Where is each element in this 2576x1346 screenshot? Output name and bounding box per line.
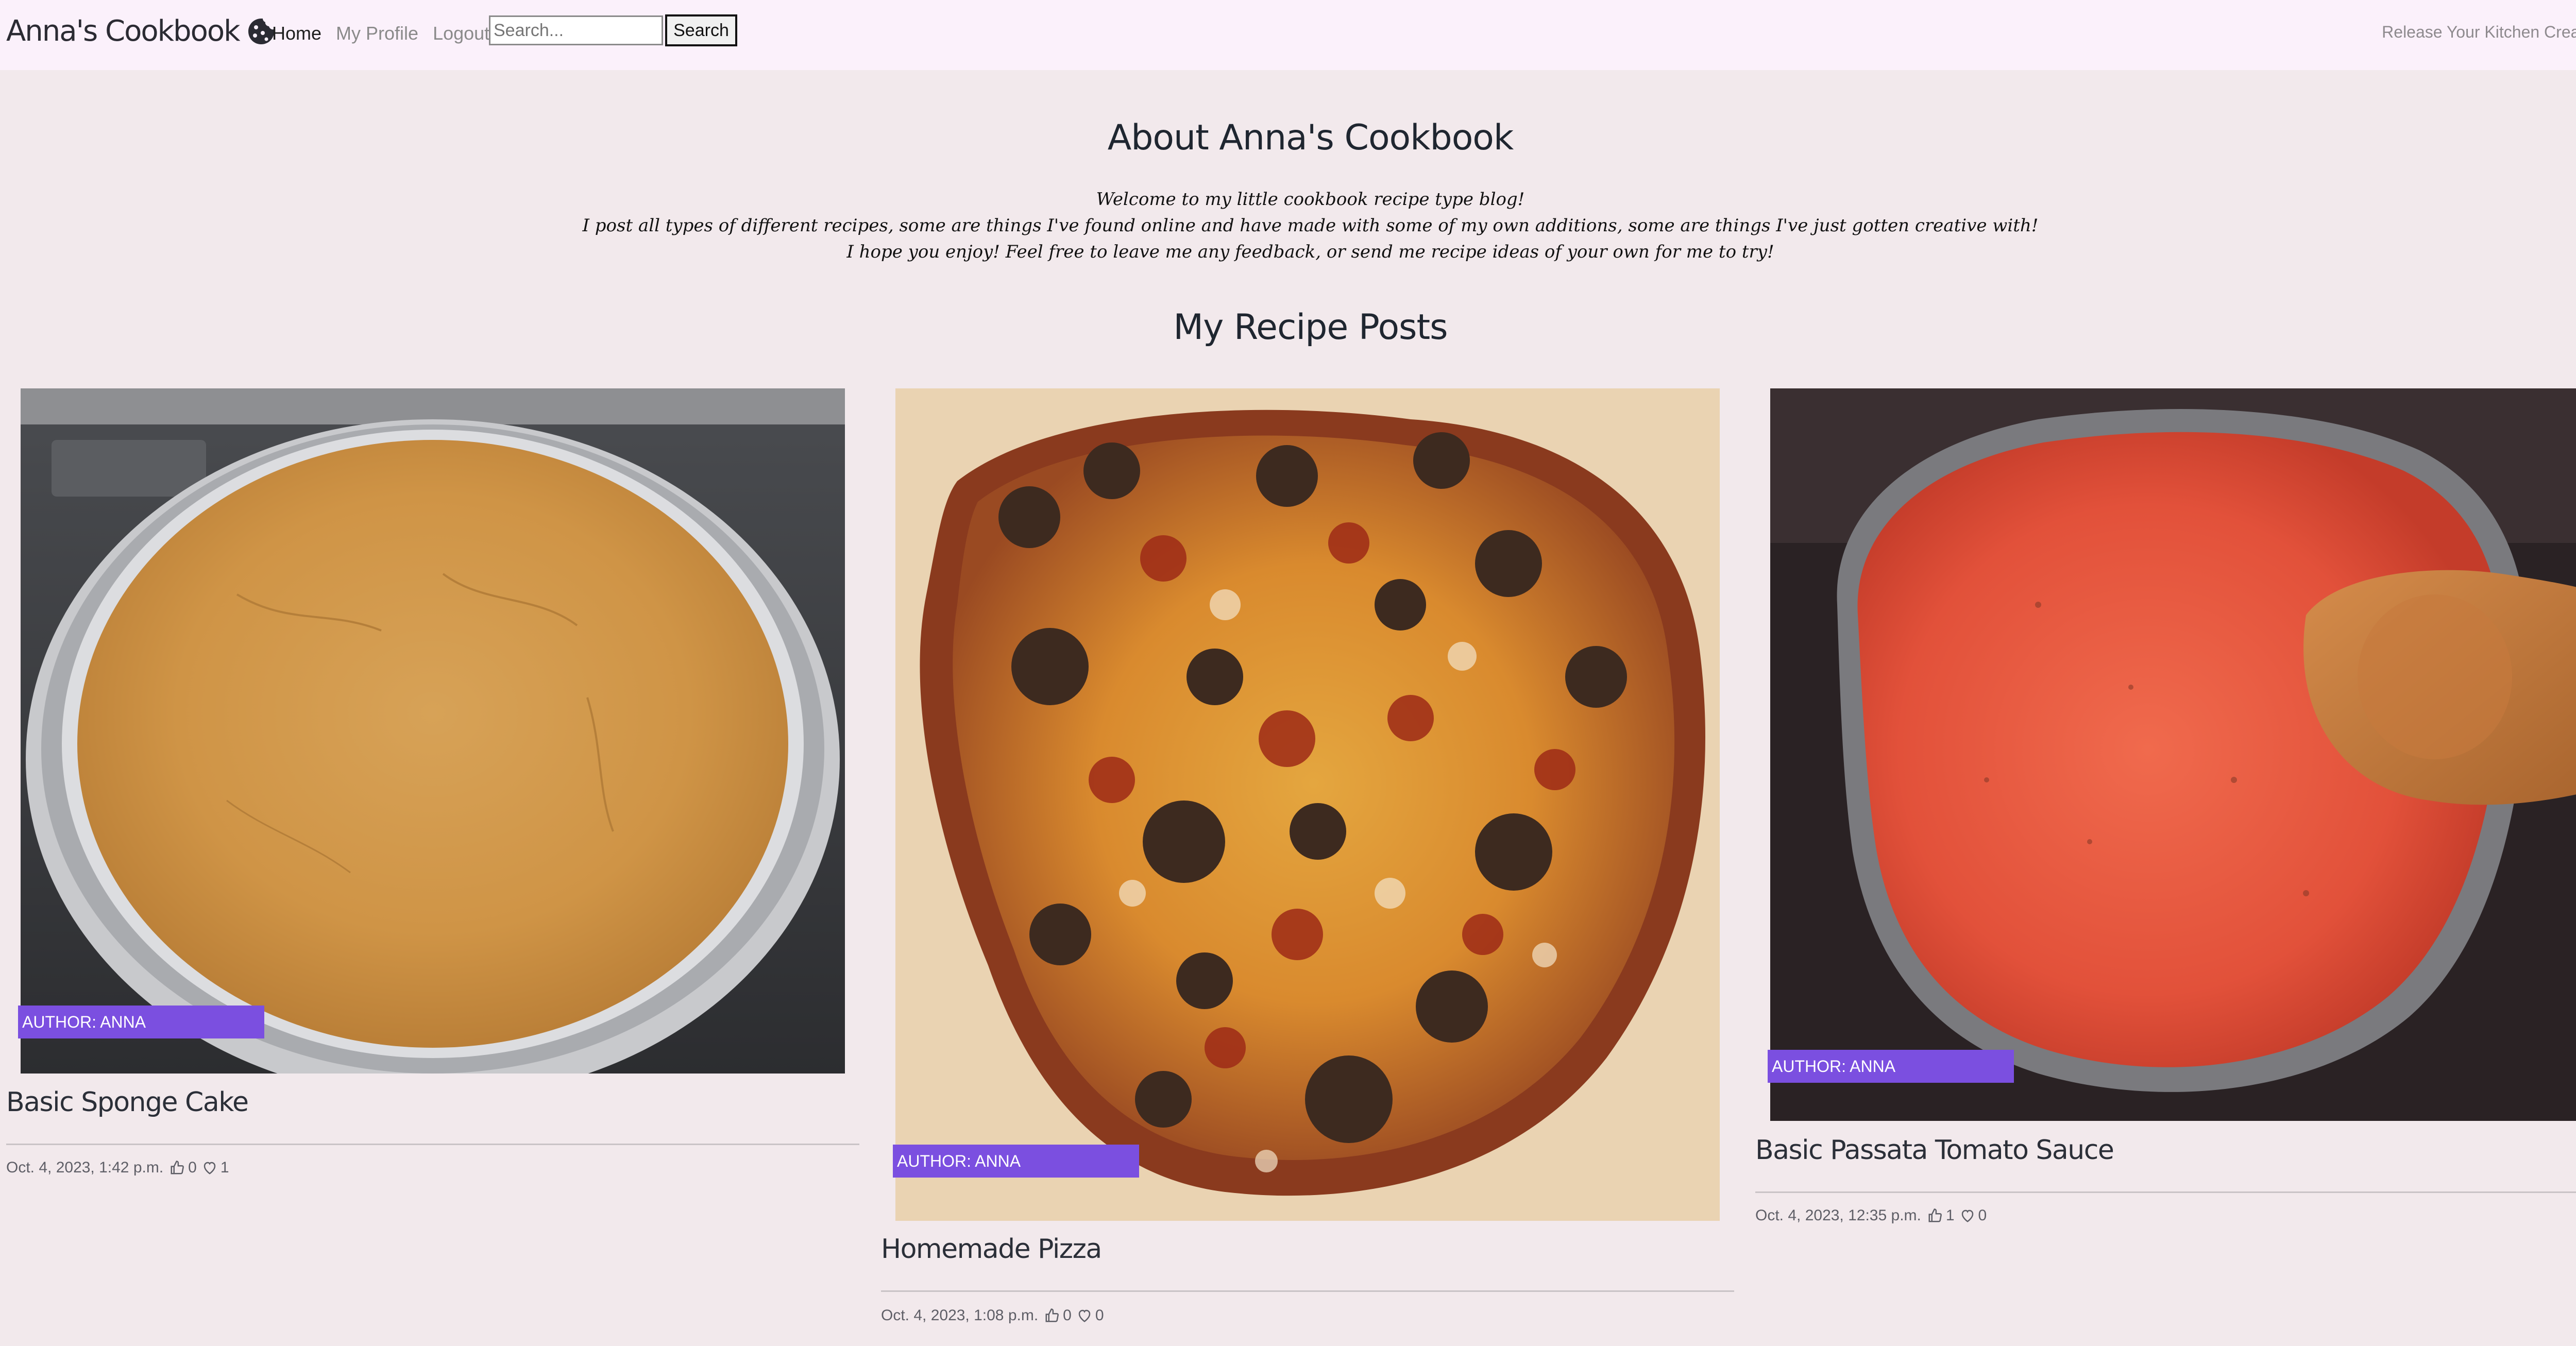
favourite-count: 1 (220, 1159, 229, 1176)
heart-icon[interactable] (202, 1160, 217, 1175)
nav-logout-link[interactable]: Logout (433, 23, 489, 44)
recipe-image-cake[interactable] (21, 388, 845, 1074)
post-date: Oct. 4, 2023, 12:35 p.m. (1755, 1207, 1921, 1224)
about-line: Welcome to my little cookbook recipe typ… (1096, 189, 1525, 210)
recipe-title-link[interactable]: Homemade Pizza (881, 1234, 1102, 1265)
brand-link[interactable]: Anna's Cookbook (6, 14, 276, 48)
cookie-icon (247, 17, 276, 46)
search-form: Search (489, 14, 737, 46)
thumbs-up-icon[interactable] (1044, 1308, 1060, 1323)
nav-my-profile-link[interactable]: My Profile (336, 23, 418, 44)
heart-icon[interactable] (1960, 1208, 1975, 1223)
about-line: I hope you enjoy! Feel free to leave me … (846, 242, 1774, 262)
heart-icon[interactable] (1077, 1308, 1092, 1323)
about-line: I post all types of different recipes, s… (582, 215, 2039, 236)
post-date: Oct. 4, 2023, 1:08 p.m. (881, 1307, 1039, 1324)
recipe-image-pizza[interactable] (895, 388, 1720, 1221)
recipe-meta: Oct. 4, 2023, 1:42 p.m. 0 1 (6, 1159, 229, 1177)
about-title: About Anna's Cookbook (1107, 117, 1514, 158)
like-count: 1 (1945, 1207, 1955, 1224)
like-count: 0 (1063, 1307, 1072, 1324)
nav-links: Home My Profile Logout (272, 23, 504, 44)
recipe-posts-title: My Recipe Posts (1173, 307, 1448, 348)
like-count: 0 (188, 1159, 197, 1176)
author-badge: AUTHOR: ANNA (18, 1006, 264, 1038)
recipe-meta: Oct. 4, 2023, 12:35 p.m. 1 0 (1755, 1207, 1987, 1224)
favourite-count: 0 (1095, 1307, 1104, 1324)
thumbs-up-icon[interactable] (170, 1160, 185, 1175)
recipe-meta: Oct. 4, 2023, 1:08 p.m. 0 0 (881, 1307, 1104, 1324)
divider (1755, 1191, 2576, 1193)
nav-home-link[interactable]: Home (272, 23, 321, 44)
about-text: Welcome to my little cookbook recipe typ… (0, 186, 2576, 265)
author-badge: AUTHOR: ANNA (893, 1145, 1139, 1178)
site-tagline: Release Your Kitchen Creations (2382, 23, 2576, 41)
navbar: Anna's Cookbook Home My Profile Logout S… (0, 0, 2576, 70)
divider (881, 1290, 1734, 1292)
recipe-title-link[interactable]: Basic Sponge Cake (6, 1087, 249, 1118)
search-input[interactable] (489, 15, 663, 45)
recipe-image-tomato-sauce[interactable] (1770, 388, 2576, 1121)
search-button[interactable]: Search (665, 14, 737, 46)
author-badge: AUTHOR: ANNA (1768, 1050, 2014, 1083)
brand-title: Anna's Cookbook (6, 14, 241, 48)
post-date: Oct. 4, 2023, 1:42 p.m. (6, 1159, 164, 1176)
thumbs-up-icon[interactable] (1927, 1208, 1943, 1223)
divider (6, 1144, 859, 1145)
recipe-title-link[interactable]: Basic Passata Tomato Sauce (1755, 1135, 2114, 1166)
favourite-count: 0 (1978, 1207, 1987, 1224)
